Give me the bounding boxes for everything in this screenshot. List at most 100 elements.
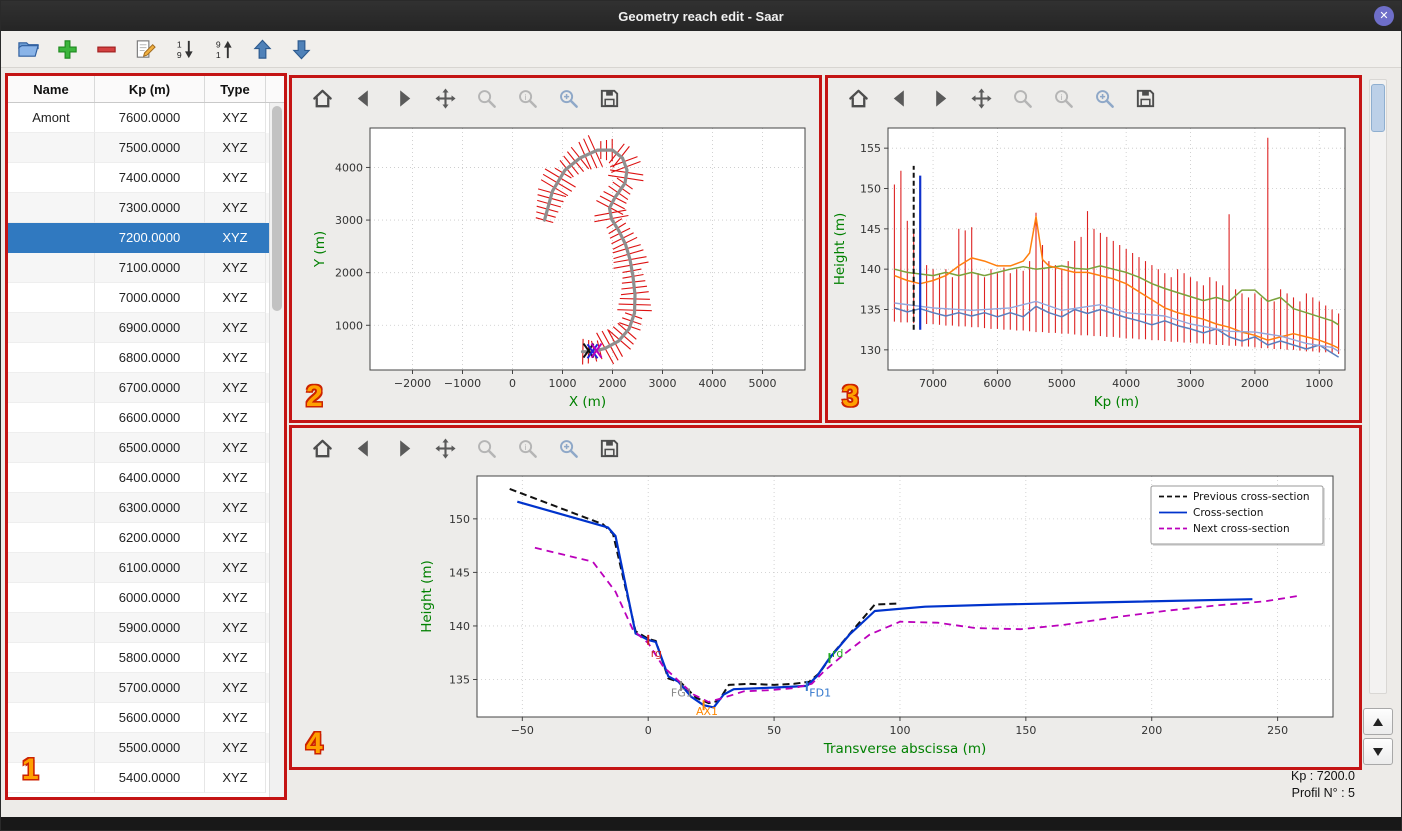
zoom-button[interactable]	[1008, 84, 1036, 112]
cell-name	[8, 643, 95, 673]
table-row[interactable]: 5900.0000 XYZ	[8, 613, 284, 643]
table-row[interactable]: 7200.0000 XYZ	[8, 223, 284, 253]
table-row[interactable]: 5500.0000 XYZ	[8, 733, 284, 763]
zoom-area-icon	[559, 89, 578, 108]
table-scrollbar-thumb[interactable]	[272, 106, 282, 311]
window-scrollbar-thumb[interactable]	[1371, 84, 1385, 132]
table-row[interactable]: 6900.0000 XYZ	[8, 313, 284, 343]
plan-view-figure[interactable]: −2000 −1000 0 1000 2000 3000 4000 5000 1000 2000 3…	[292, 118, 819, 420]
table-row[interactable]: 6600.0000 XYZ	[8, 403, 284, 433]
table-row[interactable]: 5700.0000 XYZ	[8, 673, 284, 703]
long-profile-figure[interactable]: 7000 6000 5000 4000 3000 2000 1000 130 135 140 145…	[828, 118, 1359, 420]
zoom-button[interactable]	[472, 434, 500, 462]
zoom-info-button[interactable]: i	[1049, 84, 1077, 112]
window-title: Geometry reach edit - Saar	[618, 8, 784, 24]
open-geometry-button[interactable]	[13, 34, 43, 64]
svg-text:140: 140	[860, 263, 881, 276]
save-figure-button[interactable]	[595, 84, 623, 112]
home-button[interactable]	[308, 434, 336, 462]
titlebar[interactable]: Geometry reach edit - Saar ✕	[1, 1, 1401, 31]
back-button[interactable]	[349, 84, 377, 112]
cross-section-panel: i −50 0 50 100 150 200 250 135 140 145 150 Transver…	[289, 425, 1362, 770]
cell-kp: 6100.0000	[95, 553, 205, 583]
svg-text:Kp (m): Kp (m)	[1094, 394, 1139, 410]
forward-button[interactable]	[390, 84, 418, 112]
table-row[interactable]: Amont 7600.0000 XYZ	[8, 103, 284, 133]
zoom-area-button[interactable]	[554, 84, 582, 112]
zoom-icon	[477, 89, 496, 108]
zoom-info-button[interactable]: i	[513, 84, 541, 112]
main-toolbar: 1991	[1, 31, 1401, 68]
cell-kp: 5700.0000	[95, 673, 205, 703]
zoom-area-button[interactable]	[1090, 84, 1118, 112]
pan-button[interactable]	[431, 434, 459, 462]
svg-text:150: 150	[1015, 724, 1036, 737]
back-button[interactable]	[885, 84, 913, 112]
column-header-kpm[interactable]: Kp (m)	[95, 76, 205, 102]
cell-kp: 6800.0000	[95, 343, 205, 373]
zoom-area-button[interactable]	[554, 434, 582, 462]
table-row[interactable]: 5600.0000 XYZ	[8, 703, 284, 733]
window-scrollbar[interactable]	[1369, 79, 1387, 694]
delete-cross-section-button[interactable]	[91, 34, 121, 64]
save-figure-button[interactable]	[595, 434, 623, 462]
cross-section-toolbar: i	[292, 428, 1359, 468]
svg-text:145: 145	[860, 223, 881, 236]
cell-name	[8, 193, 95, 223]
table-row[interactable]: 7000.0000 XYZ	[8, 283, 284, 313]
cell-kp: 6200.0000	[95, 523, 205, 553]
svg-text:AX1: AX1	[696, 705, 718, 718]
home-button[interactable]	[308, 84, 336, 112]
cell-name	[8, 583, 95, 613]
add-cross-section-button[interactable]	[52, 34, 82, 64]
home-button[interactable]	[844, 84, 872, 112]
edit-cross-section-button[interactable]	[130, 34, 160, 64]
svg-text:135: 135	[449, 674, 470, 687]
pan-button[interactable]	[967, 84, 995, 112]
cell-type: XYZ	[205, 223, 266, 253]
svg-text:1000: 1000	[549, 377, 577, 390]
cell-type: XYZ	[205, 703, 266, 733]
table-row[interactable]: 6400.0000 XYZ	[8, 463, 284, 493]
table-row[interactable]: 6100.0000 XYZ	[8, 553, 284, 583]
table-row[interactable]: 7400.0000 XYZ	[8, 163, 284, 193]
zoom-button[interactable]	[472, 84, 500, 112]
table-row[interactable]: 5400.0000 XYZ	[8, 763, 284, 793]
plan-view-toolbar: i	[292, 78, 819, 118]
sort-descending-button[interactable]: 91	[208, 34, 238, 64]
pan-icon	[970, 87, 992, 109]
back-button[interactable]	[349, 434, 377, 462]
table-row[interactable]: 6000.0000 XYZ	[8, 583, 284, 613]
zoom-area-icon	[1095, 89, 1114, 108]
move-down-button[interactable]	[286, 34, 316, 64]
forward-button[interactable]	[926, 84, 954, 112]
close-button[interactable]: ✕	[1374, 6, 1394, 26]
sort-ascending-button[interactable]: 19	[169, 34, 199, 64]
column-header-type[interactable]: Type	[205, 76, 266, 102]
pan-button[interactable]	[431, 84, 459, 112]
forward-button[interactable]	[390, 434, 418, 462]
table-row[interactable]: 6500.0000 XYZ	[8, 433, 284, 463]
table-row[interactable]: 7100.0000 XYZ	[8, 253, 284, 283]
table-row[interactable]: 6200.0000 XYZ	[8, 523, 284, 553]
table-row[interactable]: 7300.0000 XYZ	[8, 193, 284, 223]
cell-kp: 7200.0000	[95, 223, 205, 253]
forward-icon	[399, 89, 410, 107]
table-row[interactable]: 6800.0000 XYZ	[8, 343, 284, 373]
home-icon	[848, 89, 868, 107]
save-figure-button[interactable]	[1131, 84, 1159, 112]
cross-section-figure[interactable]: −50 0 50 100 150 200 250 135 140 145 150 Transverse…	[292, 468, 1359, 767]
table-row[interactable]: 5800.0000 XYZ	[8, 643, 284, 673]
table-scrollbar[interactable]	[269, 103, 284, 797]
table-row[interactable]: 6700.0000 XYZ	[8, 373, 284, 403]
move-up-button[interactable]	[247, 34, 277, 64]
scrollbar-down-button[interactable]	[1363, 738, 1393, 765]
cell-kp: 6500.0000	[95, 433, 205, 463]
scrollbar-up-button[interactable]	[1363, 708, 1393, 735]
zoom-info-button[interactable]: i	[513, 434, 541, 462]
cell-kp: 7000.0000	[95, 283, 205, 313]
column-header-name[interactable]: Name	[8, 76, 95, 102]
table-row[interactable]: 7500.0000 XYZ	[8, 133, 284, 163]
table-row[interactable]: 6300.0000 XYZ	[8, 493, 284, 523]
cell-type: XYZ	[205, 643, 266, 673]
